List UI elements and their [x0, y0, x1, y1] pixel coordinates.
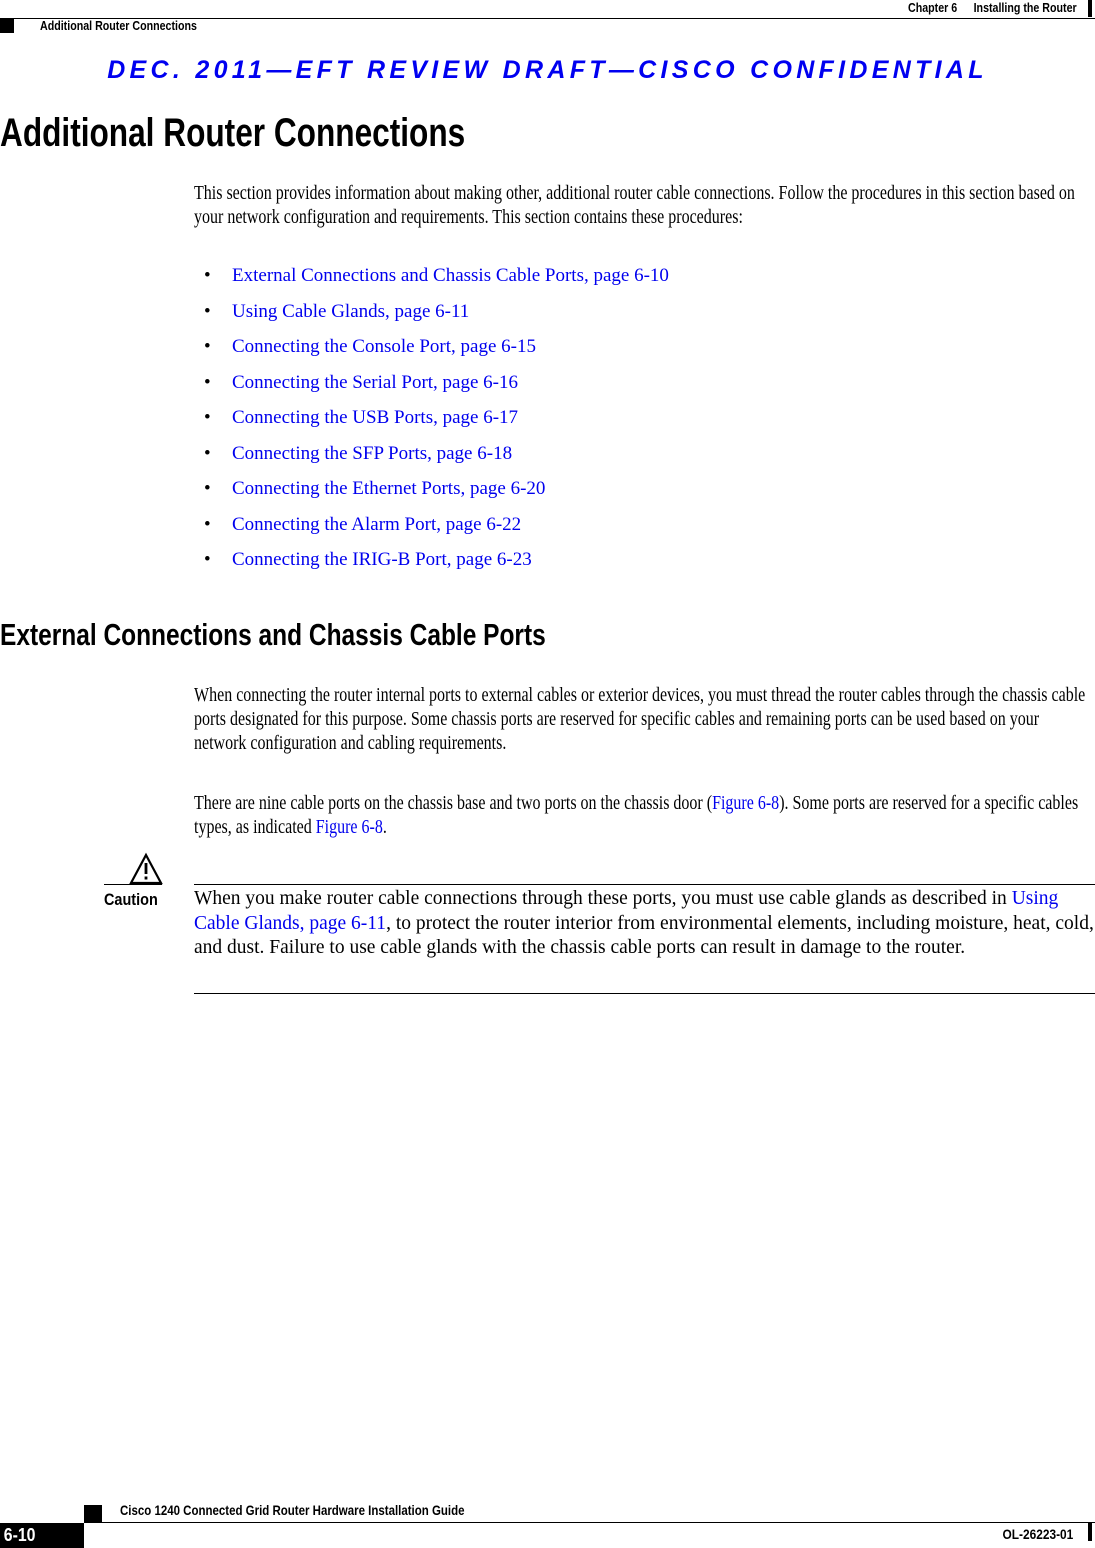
procedure-link[interactable]: Connecting the IRIG-B Port, page 6-23	[232, 549, 532, 570]
footer-right-bar	[1088, 1523, 1092, 1541]
list-item: • Connecting the USB Ports, page 6-17	[204, 407, 669, 443]
bullet-icon: •	[204, 407, 211, 428]
procedure-link[interactable]: Connecting the SFP Ports, page 6-18	[232, 443, 512, 464]
list-item: • Connecting the IRIG-B Port, page 6-23	[204, 549, 669, 585]
list-item: • Connecting the Alarm Port, page 6-22	[204, 514, 669, 550]
bullet-icon: •	[204, 336, 211, 357]
external-paragraph-2: There are nine cable ports on the chassi…	[194, 791, 1090, 839]
caution-bottom-rule	[194, 993, 1095, 994]
figure-link[interactable]: Figure 6-8	[712, 792, 779, 814]
footer-rule	[84, 1522, 1095, 1523]
caution-label: Caution	[104, 890, 158, 909]
procedure-link[interactable]: Connecting the Serial Port, page 6-16	[232, 372, 518, 393]
bullet-icon: •	[204, 265, 211, 286]
intro-paragraph: This section provides information about …	[194, 182, 1075, 228]
header-left-block	[0, 19, 14, 33]
procedure-link[interactable]: Connecting the Ethernet Ports, page 6-20	[232, 478, 545, 499]
text-run: When you make router cable connections t…	[194, 888, 1012, 909]
header-chapter: Chapter 6 Installing the Router	[908, 0, 1077, 15]
procedure-link[interactable]: Connecting the USB Ports, page 6-17	[232, 407, 518, 428]
caution-top-rule	[194, 884, 1095, 885]
footer-doc-number: OL-26223-01	[1002, 1526, 1073, 1542]
footer-block	[84, 1505, 102, 1523]
header-section-label: Additional Router Connections	[40, 18, 197, 33]
caution-icon-rule	[104, 884, 162, 885]
bullet-icon: •	[204, 549, 211, 570]
procedure-link[interactable]: Using Cable Glands, page 6-11	[232, 301, 469, 322]
list-item: • External Connections and Chassis Cable …	[204, 265, 669, 301]
caution-text: When you make router cable connections t…	[194, 887, 1094, 961]
procedure-list: • External Connections and Chassis Cable …	[204, 265, 669, 585]
procedure-link[interactable]: Connecting the Console Port, page 6-15	[232, 336, 536, 357]
footer-guide-title: Cisco 1240 Connected Grid Router Hardwar…	[120, 1502, 465, 1518]
bullet-icon: •	[204, 300, 211, 322]
header-right-bar	[1088, 0, 1092, 17]
list-item: • Connecting the Ethernet Ports, page 6-2…	[204, 478, 669, 514]
text-run: .	[382, 816, 387, 838]
figure-link[interactable]: Figure 6-8	[316, 816, 383, 838]
bullet-icon: •	[204, 371, 211, 393]
footer-page-number: 6-10	[0, 1523, 84, 1548]
bullet-icon: •	[204, 478, 211, 499]
header-chapter-label: Chapter 6	[908, 0, 958, 15]
list-item: • Connecting the SFP Ports, page 6-18	[204, 443, 669, 479]
draft-banner: DEC. 2011—EFT REVIEW DRAFT—CISCO CONFIDE…	[107, 56, 988, 84]
procedure-link[interactable]: Connecting the Alarm Port, page 6-22	[232, 514, 521, 535]
bullet-icon: •	[204, 442, 211, 464]
section-heading: External Connections and Chassis Cable P…	[0, 617, 546, 652]
bullet-icon: •	[204, 513, 211, 535]
warning-triangle-icon	[129, 852, 163, 885]
page-number-text: 6-10	[3, 1525, 36, 1545]
header-chapter-title: Installing the Router	[973, 0, 1077, 15]
list-item: • Connecting the Console Port, page 6-15	[204, 336, 669, 372]
list-item: • Using Cable Glands, page 6-11	[204, 301, 669, 337]
procedure-link[interactable]: External Connections and Chassis Cable P…	[232, 265, 669, 286]
page-title: Additional Router Connections	[0, 111, 466, 155]
list-item: • Connecting the Serial Port, page 6-16	[204, 372, 669, 408]
external-paragraph-1: When connecting the router internal port…	[194, 684, 1086, 754]
text-run: There are nine cable ports on the chassi…	[194, 792, 713, 814]
